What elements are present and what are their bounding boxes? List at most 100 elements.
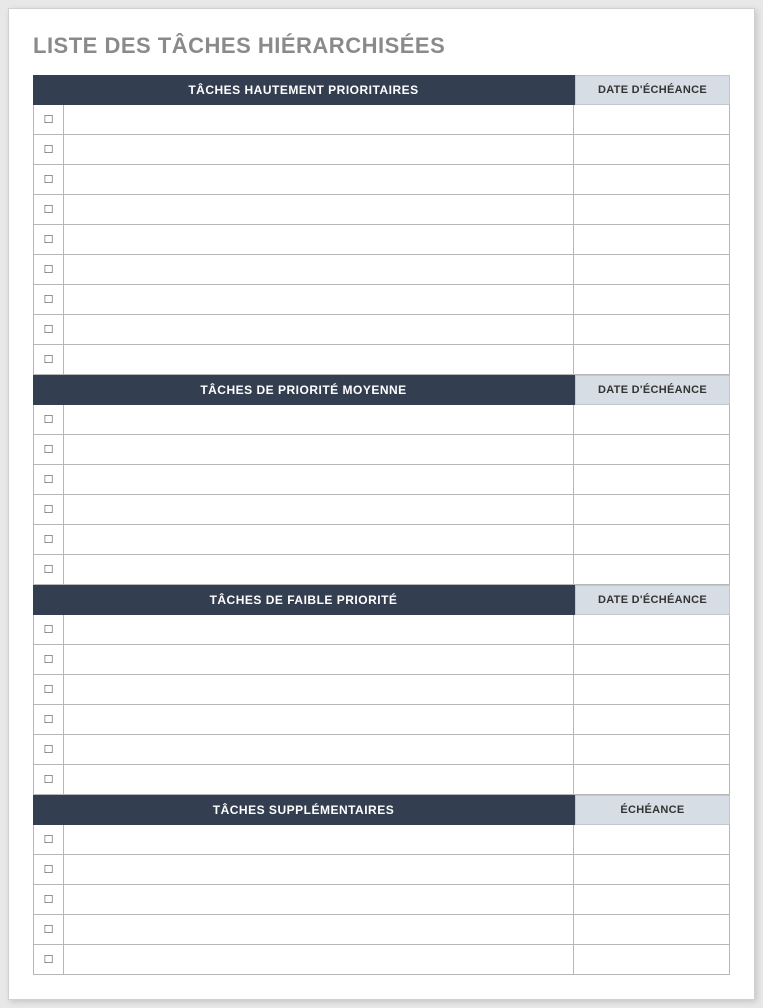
date-cell[interactable] (574, 225, 729, 254)
checkbox-icon[interactable]: ☐ (34, 735, 64, 764)
task-cell[interactable] (64, 315, 574, 344)
task-row: ☐ (33, 915, 730, 945)
checkbox-icon[interactable]: ☐ (34, 345, 64, 374)
checkbox-icon[interactable]: ☐ (34, 645, 64, 674)
date-cell[interactable] (574, 195, 729, 224)
date-cell[interactable] (574, 615, 729, 644)
task-row: ☐ (33, 765, 730, 795)
task-row: ☐ (33, 555, 730, 585)
task-row: ☐ (33, 315, 730, 345)
task-row: ☐ (33, 825, 730, 855)
checkbox-icon[interactable]: ☐ (34, 915, 64, 944)
date-cell[interactable] (574, 765, 729, 794)
task-cell[interactable] (64, 225, 574, 254)
task-row: ☐ (33, 735, 730, 765)
date-cell[interactable] (574, 705, 729, 734)
checkbox-icon[interactable]: ☐ (34, 855, 64, 884)
checkbox-icon[interactable]: ☐ (34, 765, 64, 794)
date-cell[interactable] (574, 915, 729, 944)
task-cell[interactable] (64, 675, 574, 704)
task-cell[interactable] (64, 885, 574, 914)
task-cell[interactable] (64, 195, 574, 224)
task-section: TÂCHES DE PRIORITÉ MOYENNEDATE D'ÉCHÉANC… (33, 375, 730, 585)
date-cell[interactable] (574, 345, 729, 374)
date-cell[interactable] (574, 255, 729, 284)
checkbox-icon[interactable]: ☐ (34, 165, 64, 194)
checkbox-icon[interactable]: ☐ (34, 135, 64, 164)
date-cell[interactable] (574, 555, 729, 584)
task-cell[interactable] (64, 735, 574, 764)
date-cell[interactable] (574, 465, 729, 494)
date-cell[interactable] (574, 855, 729, 884)
date-cell[interactable] (574, 105, 729, 134)
task-row: ☐ (33, 675, 730, 705)
date-cell[interactable] (574, 315, 729, 344)
section-header: TÂCHES HAUTEMENT PRIORITAIRESDATE D'ÉCHÉ… (33, 75, 730, 105)
date-cell[interactable] (574, 735, 729, 764)
date-cell[interactable] (574, 495, 729, 524)
section-header: TÂCHES SUPPLÉMENTAIRESÉCHÉANCE (33, 795, 730, 825)
checkbox-icon[interactable]: ☐ (34, 315, 64, 344)
task-cell[interactable] (64, 555, 574, 584)
checkbox-icon[interactable]: ☐ (34, 825, 64, 854)
task-cell[interactable] (64, 495, 574, 524)
task-cell[interactable] (64, 135, 574, 164)
task-cell[interactable] (64, 255, 574, 284)
date-cell[interactable] (574, 945, 729, 974)
checkbox-icon[interactable]: ☐ (34, 525, 64, 554)
date-cell[interactable] (574, 285, 729, 314)
task-row: ☐ (33, 615, 730, 645)
task-cell[interactable] (64, 345, 574, 374)
task-row: ☐ (33, 195, 730, 225)
checkbox-icon[interactable]: ☐ (34, 495, 64, 524)
task-cell[interactable] (64, 465, 574, 494)
checkbox-icon[interactable]: ☐ (34, 615, 64, 644)
date-cell[interactable] (574, 645, 729, 674)
task-cell[interactable] (64, 705, 574, 734)
checkbox-icon[interactable]: ☐ (34, 225, 64, 254)
task-cell[interactable] (64, 435, 574, 464)
section-header-title: TÂCHES DE FAIBLE PRIORITÉ (33, 585, 575, 615)
task-cell[interactable] (64, 765, 574, 794)
section-header-date: DATE D'ÉCHÉANCE (575, 375, 730, 405)
task-row: ☐ (33, 495, 730, 525)
checkbox-icon[interactable]: ☐ (34, 945, 64, 974)
task-cell[interactable] (64, 645, 574, 674)
checkbox-icon[interactable]: ☐ (34, 435, 64, 464)
checkbox-icon[interactable]: ☐ (34, 465, 64, 494)
task-cell[interactable] (64, 915, 574, 944)
date-cell[interactable] (574, 675, 729, 704)
checkbox-icon[interactable]: ☐ (34, 885, 64, 914)
date-cell[interactable] (574, 435, 729, 464)
task-cell[interactable] (64, 105, 574, 134)
task-cell[interactable] (64, 825, 574, 854)
task-cell[interactable] (64, 525, 574, 554)
date-cell[interactable] (574, 165, 729, 194)
date-cell[interactable] (574, 825, 729, 854)
date-cell[interactable] (574, 405, 729, 434)
checkbox-icon[interactable]: ☐ (34, 255, 64, 284)
checkbox-icon[interactable]: ☐ (34, 105, 64, 134)
sections-container: TÂCHES HAUTEMENT PRIORITAIRESDATE D'ÉCHÉ… (33, 75, 730, 975)
checkbox-icon[interactable]: ☐ (34, 195, 64, 224)
task-row: ☐ (33, 165, 730, 195)
task-cell[interactable] (64, 945, 574, 974)
task-cell[interactable] (64, 855, 574, 884)
section-header-title: TÂCHES SUPPLÉMENTAIRES (33, 795, 575, 825)
task-row: ☐ (33, 645, 730, 675)
date-cell[interactable] (574, 885, 729, 914)
checkbox-icon[interactable]: ☐ (34, 675, 64, 704)
task-section: TÂCHES SUPPLÉMENTAIRESÉCHÉANCE☐☐☐☐☐ (33, 795, 730, 975)
page-title: LISTE DES TÂCHES HIÉRARCHISÉES (33, 33, 730, 59)
date-cell[interactable] (574, 135, 729, 164)
task-cell[interactable] (64, 165, 574, 194)
task-section: TÂCHES HAUTEMENT PRIORITAIRESDATE D'ÉCHÉ… (33, 75, 730, 375)
checkbox-icon[interactable]: ☐ (34, 285, 64, 314)
date-cell[interactable] (574, 525, 729, 554)
checkbox-icon[interactable]: ☐ (34, 555, 64, 584)
checkbox-icon[interactable]: ☐ (34, 405, 64, 434)
checkbox-icon[interactable]: ☐ (34, 705, 64, 734)
task-cell[interactable] (64, 285, 574, 314)
task-cell[interactable] (64, 405, 574, 434)
task-cell[interactable] (64, 615, 574, 644)
